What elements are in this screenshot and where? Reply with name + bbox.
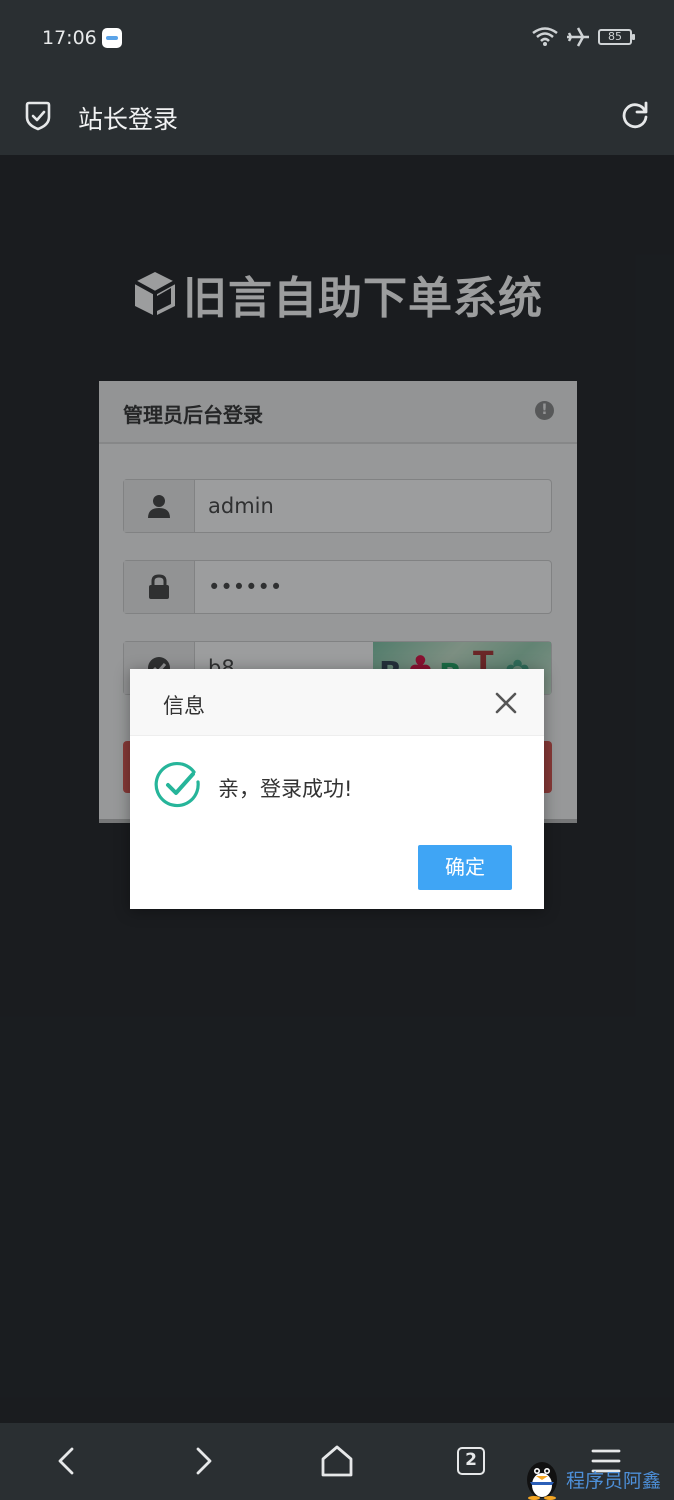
dialog-message: 亲，登录成功! [218,777,353,801]
forward-icon[interactable] [184,1443,220,1479]
battery-icon: 85 [598,29,635,45]
dialog-title: 信息 [163,694,205,718]
status-time: 17:06 [42,27,97,49]
watermark-text: 程序员阿鑫 [566,1469,662,1492]
reload-icon[interactable] [620,100,650,130]
browser-title-bar: 站长登录 [0,78,674,155]
page-title: 站长登录 [78,105,179,134]
home-icon[interactable] [319,1443,355,1479]
message-dialog: 信息 亲，登录成功! 确定 [130,669,544,909]
tabs-icon[interactable]: 2 [457,1447,485,1475]
penguin-icon [527,1462,557,1500]
status-bar: 17:06 85 [0,0,674,78]
dialog-header: 信息 [130,669,544,736]
app-notification-icon [102,28,122,48]
airplane-icon [567,27,589,47]
close-icon[interactable] [494,691,518,715]
watermark: 程序员阿鑫 [522,1458,661,1500]
wifi-icon [532,27,558,46]
ok-button[interactable]: 确定 [418,845,512,890]
shield-check-icon[interactable] [24,101,52,131]
success-check-icon [154,761,200,808]
status-icons: 85 [532,26,635,48]
back-icon[interactable] [50,1443,86,1479]
